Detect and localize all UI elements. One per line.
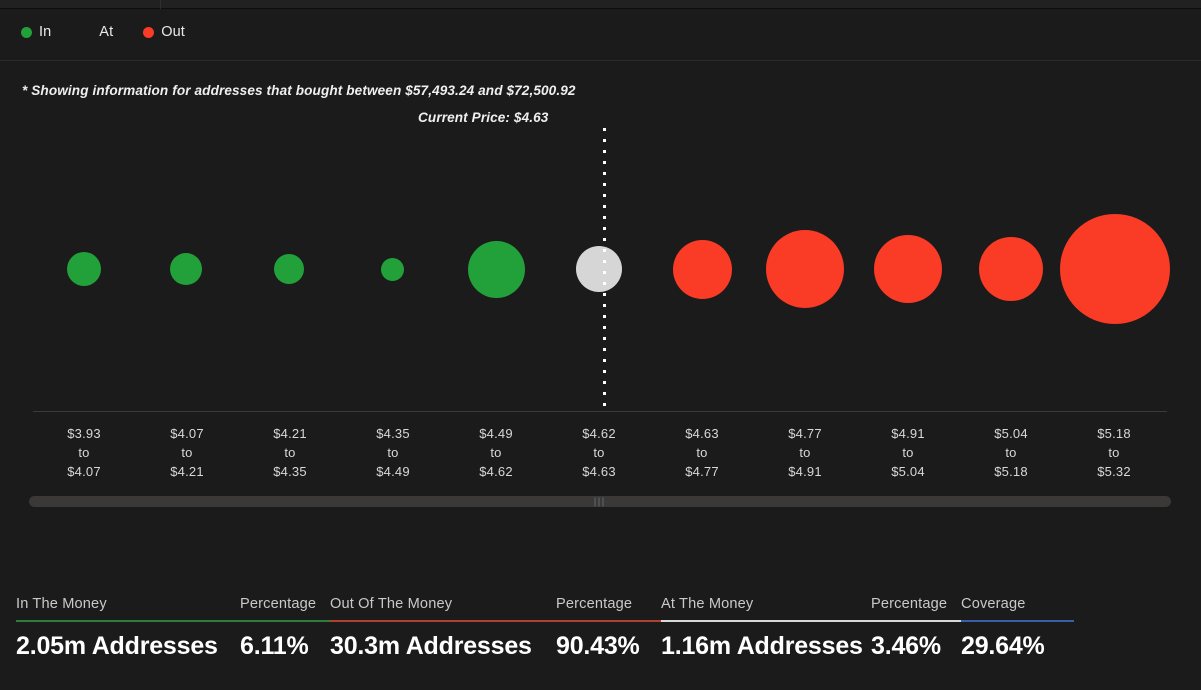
current-price-dotted-line	[603, 128, 606, 410]
x-axis-tick-line: to	[181, 445, 193, 460]
bubble-out-8[interactable]	[874, 235, 942, 303]
summary-stats-row: In The Money 2.05m Addresses Percentage 6.1…	[0, 596, 1201, 690]
stat-label: Percentage	[240, 596, 317, 612]
bubble-in-1[interactable]	[170, 253, 202, 285]
bubble-plot-area[interactable]	[0, 128, 1201, 413]
stat-label: Out Of The Money	[330, 596, 453, 612]
stat-value: 6.11%	[240, 632, 309, 660]
bubble-in-0[interactable]	[67, 252, 101, 286]
stat-percentage-1: Percentage 6.11%	[240, 596, 330, 661]
x-axis-tick-line: $4.62	[582, 426, 616, 441]
at-dot	[81, 26, 93, 38]
x-axis-tick-line: to	[387, 445, 399, 460]
x-axis-tick-8: $4.91 to $5.04	[853, 424, 963, 481]
x-axis-tick-line: $4.91	[891, 426, 925, 441]
x-axis-tick-2: $4.21 to $4.35	[235, 424, 345, 481]
stat-label: Percentage	[871, 596, 948, 612]
x-axis-tick-line: $4.77	[788, 426, 822, 441]
bubble-out-10[interactable]	[1060, 214, 1170, 324]
top-strip-divider	[160, 0, 161, 9]
scrollbar-drag-grip[interactable]	[594, 497, 606, 506]
x-axis-tick-line: $4.63	[582, 464, 616, 479]
x-axis-tick-line: to	[78, 445, 90, 460]
x-axis-tick-line: to	[696, 445, 708, 460]
current-price-label: Current Price: $4.63	[418, 110, 549, 125]
stat-value: 3.46%	[871, 632, 941, 660]
x-axis-tick-10: $5.18 to $5.32	[1059, 424, 1169, 481]
stat-label: At The Money	[661, 596, 754, 612]
x-axis-tick-line: to	[593, 445, 605, 460]
x-axis-tick-line: to	[902, 445, 914, 460]
x-axis-tick-0: $3.93 to $4.07	[29, 424, 139, 481]
x-axis-tick-line: to	[799, 445, 811, 460]
stat-label: In The Money	[16, 596, 107, 612]
x-axis-tick-line: $3.93	[67, 426, 101, 441]
chart-legend-bar: In At Out	[0, 9, 1201, 61]
bubble-in-4[interactable]	[467, 240, 525, 298]
stat-at-the-money-4: At The Money 1.16m Addresses	[661, 596, 871, 661]
x-axis-tick-line: $4.49	[376, 464, 410, 479]
x-axis-tick-line: $5.32	[1097, 464, 1131, 479]
x-axis-tick-line: $5.18	[994, 464, 1028, 479]
horizontal-scrollbar[interactable]	[29, 496, 1171, 507]
x-axis-tick-line: $4.35	[376, 426, 410, 441]
legend-item-in[interactable]: In	[21, 24, 51, 40]
stat-value: 2.05m Addresses	[16, 632, 218, 660]
legend-item-out[interactable]: Out	[143, 24, 185, 40]
bubble-out-9[interactable]	[979, 237, 1043, 301]
stat-in-the-money-0: In The Money 2.05m Addresses	[16, 596, 240, 661]
legend-label: At	[99, 24, 114, 40]
x-axis-labels: $3.93 to $4.07 $4.07 to $4.21 $4.21 to $4.35 $4.3…	[0, 424, 1201, 486]
bubble-in-3[interactable]	[380, 257, 404, 281]
bubble-at-5[interactable]	[576, 246, 622, 292]
x-axis-tick-1: $4.07 to $4.21	[132, 424, 242, 481]
bubble-in-2[interactable]	[274, 254, 304, 284]
x-axis-tick-line: $4.63	[685, 426, 719, 441]
stat-value: 1.16m Addresses	[661, 632, 863, 660]
x-axis-tick-line: $4.35	[273, 464, 307, 479]
stat-percentage-5: Percentage 3.46%	[871, 596, 961, 661]
x-axis-tick-line: $4.21	[170, 464, 204, 479]
stat-out-of-the-money-2: Out Of The Money 30.3m Addresses	[330, 596, 556, 661]
x-axis-tick-6: $4.63 to $4.77	[647, 424, 757, 481]
green-dot	[21, 26, 32, 38]
stat-value: 29.64%	[961, 632, 1045, 660]
x-axis-tick-line: to	[490, 445, 502, 460]
x-axis-tick-line: to	[1108, 445, 1120, 460]
stat-label: Coverage	[961, 596, 1026, 612]
window-top-strip	[0, 0, 1201, 9]
red-dot	[143, 26, 155, 38]
stat-percentage-3: Percentage 90.43%	[556, 596, 661, 661]
x-axis-tick-9: $5.04 to $5.18	[956, 424, 1066, 481]
x-axis-tick-line: to	[284, 445, 296, 460]
stat-label: Percentage	[556, 596, 633, 612]
stat-value: 90.43%	[556, 632, 640, 660]
legend-label: In	[39, 24, 52, 40]
x-axis-tick-5: $4.62 to $4.63	[544, 424, 654, 481]
x-axis-tick-line: $4.07	[67, 464, 101, 479]
x-axis-tick-line: $4.77	[685, 464, 719, 479]
x-axis-tick-line: $5.04	[891, 464, 925, 479]
legend-item-at[interactable]: At	[81, 24, 113, 40]
stat-value: 30.3m Addresses	[330, 632, 532, 660]
x-axis-tick-line: $5.04	[994, 426, 1028, 441]
x-axis-tick-4: $4.49 to $4.62	[441, 424, 551, 481]
x-axis-tick-3: $4.35 to $4.49	[338, 424, 448, 481]
x-axis-tick-7: $4.77 to $4.91	[750, 424, 860, 481]
legend-label: Out	[161, 24, 185, 40]
x-axis-tick-line: $4.62	[479, 464, 513, 479]
x-axis-tick-line: $4.91	[788, 464, 822, 479]
x-axis-tick-line: $4.49	[479, 426, 513, 441]
x-axis-tick-line: $4.07	[170, 426, 204, 441]
stat-coverage-6: Coverage 29.64%	[961, 596, 1074, 661]
x-axis-tick-line: to	[1005, 445, 1017, 460]
x-axis-tick-line: $4.21	[273, 426, 307, 441]
chart-legend: In At Out	[21, 24, 215, 40]
bubble-out-7[interactable]	[766, 230, 844, 308]
bubble-out-6[interactable]	[672, 239, 732, 299]
footnote-text: * Showing information for addresses that…	[22, 83, 576, 98]
supply-distribution-chart-panel: In At Out * Showing information for addres…	[0, 0, 1201, 690]
x-axis-tick-line: $5.18	[1097, 426, 1131, 441]
x-axis-line	[33, 411, 1167, 412]
